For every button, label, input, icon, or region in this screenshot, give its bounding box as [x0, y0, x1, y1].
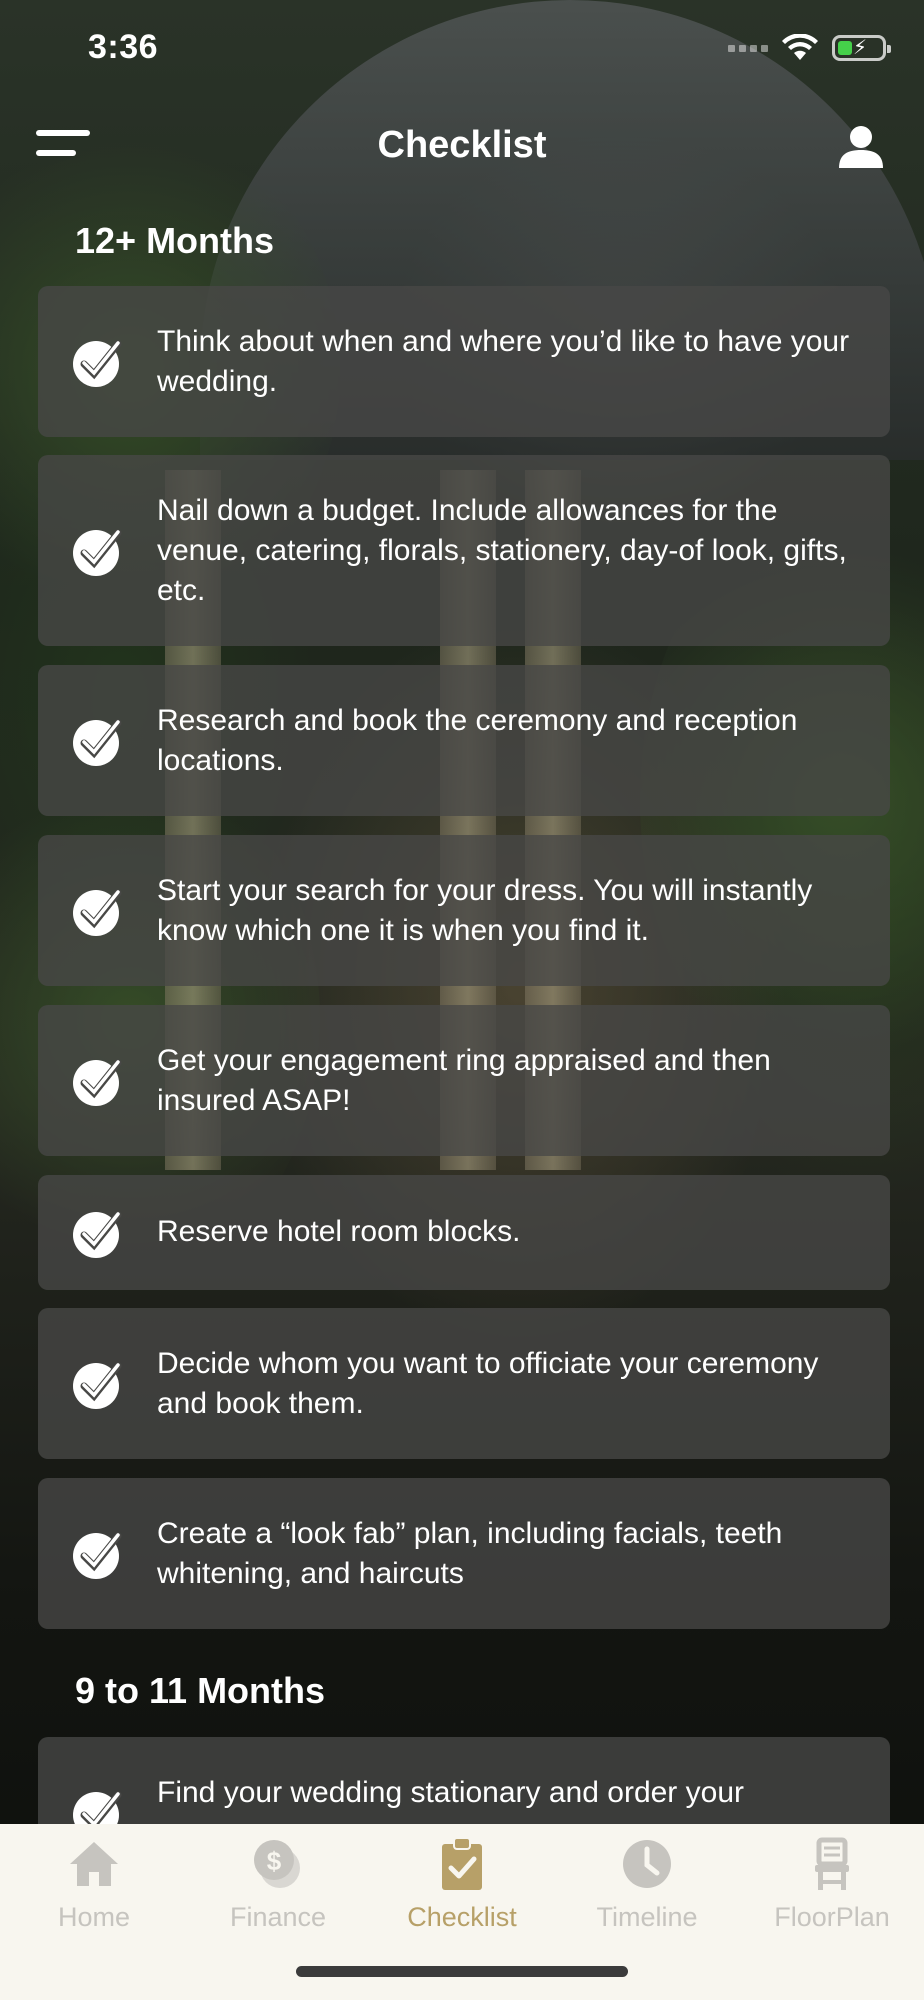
tab-label: Home: [57, 1902, 131, 1932]
checklist-item-text: Reserve hotel room blocks.: [157, 1215, 521, 1248]
wifi-icon: [782, 34, 818, 60]
section-title: 12+ Months: [75, 220, 275, 261]
checklist-item-text: Get your engagement ring appraised and t…: [157, 1044, 771, 1117]
checklist-item-text: Think about when and where you’d like to…: [157, 325, 850, 398]
checklist-item-text: Start your search for your dress. You wi…: [157, 874, 813, 947]
chair-icon: [815, 1837, 849, 1890]
clock-icon: [623, 1840, 671, 1888]
clipboard-check-icon: [442, 1837, 482, 1890]
check-circle-icon[interactable]: [72, 1055, 124, 1107]
checklist-item-text: Research and book the ceremony and recep…: [157, 704, 798, 777]
status-time: 3:36: [88, 28, 159, 66]
checklist-item[interactable]: Create a “look fab” plan, including faci…: [38, 1478, 890, 1629]
tab-label: Timeline: [596, 1902, 698, 1932]
home-icon: [70, 1842, 118, 1886]
tab-label: Checklist: [407, 1902, 517, 1932]
tab-checklist[interactable]: Checklist: [370, 1836, 554, 1933]
check-circle-icon[interactable]: [72, 525, 124, 577]
check-circle-icon[interactable]: [72, 1528, 124, 1580]
checklist-item-text: Decide whom you want to officiate your c…: [157, 1347, 819, 1420]
tab-label: FloorPlan: [774, 1902, 890, 1932]
home-indicator[interactable]: [296, 1966, 628, 1977]
check-circle-icon[interactable]: [72, 1358, 124, 1410]
profile-button[interactable]: [838, 124, 884, 170]
svg-text:$: $: [267, 1846, 282, 1876]
checklist-item[interactable]: Decide whom you want to officiate your c…: [38, 1308, 890, 1459]
cellular-signal-icon: [728, 44, 768, 52]
check-circle-icon[interactable]: [72, 715, 124, 767]
finance-icon: $: [254, 1840, 300, 1888]
check-circle-icon[interactable]: [72, 336, 124, 388]
check-circle-icon[interactable]: [72, 1207, 124, 1259]
status-indicators: ⚡: [728, 34, 891, 62]
check-circle-icon[interactable]: [72, 885, 124, 937]
checklist-item[interactable]: Nail down a budget. Include allowances f…: [38, 455, 890, 646]
tab-floorplan[interactable]: FloorPlan: [740, 1836, 924, 1933]
tab-home[interactable]: Home: [2, 1836, 186, 1933]
checklist-item[interactable]: Research and book the ceremony and recep…: [38, 665, 890, 816]
tab-label: Finance: [229, 1902, 327, 1932]
checklist-item[interactable]: Reserve hotel room blocks.: [38, 1175, 890, 1290]
checklist-screen: 3:36 ⚡ Checklist 12+ Months Think about …: [0, 0, 924, 2000]
checklist-item-text: Find your wedding stationary and order y…: [157, 1776, 744, 1809]
page-title: Checklist: [377, 124, 547, 166]
checklist-item[interactable]: Start your search for your dress. You wi…: [38, 835, 890, 986]
section-title: 9 to 11 Months: [75, 1670, 326, 1711]
checklist-item-text: Create a “look fab” plan, including faci…: [157, 1517, 783, 1590]
battery-icon: ⚡: [832, 35, 891, 61]
checklist-item-text: Nail down a budget. Include allowances f…: [157, 494, 847, 607]
checklist-item[interactable]: Get your engagement ring appraised and t…: [38, 1005, 890, 1156]
tab-timeline[interactable]: Timeline: [555, 1836, 739, 1933]
checklist-item[interactable]: Think about when and where you’d like to…: [38, 286, 890, 437]
tab-finance[interactable]: $ Finance: [186, 1836, 370, 1933]
